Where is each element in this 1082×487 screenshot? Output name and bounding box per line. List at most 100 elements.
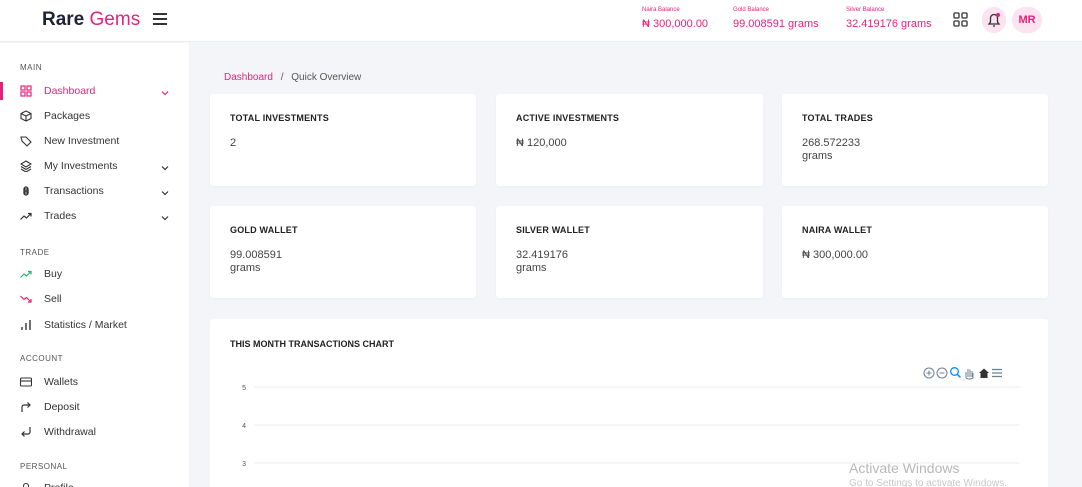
chevron-down-icon: [160, 161, 170, 171]
sidebar-item-label: Trades: [44, 210, 77, 222]
brand-name-bold: Rare: [42, 9, 85, 30]
card-active-investments: ACTIVE INVESTMENTS ₦ 120,000: [496, 94, 763, 186]
breadcrumb-current: Quick Overview: [291, 72, 362, 83]
breadcrumb-separator: /: [280, 72, 284, 83]
sidebar-item-label: Withdrawal: [44, 426, 96, 438]
card-value-unit: grams: [802, 150, 833, 162]
card-value-number: ₦ 300,000.00: [802, 249, 869, 261]
apps-grid-icon[interactable]: [951, 10, 971, 30]
silver-balance: Silver Balance 32.419176 grams: [846, 6, 932, 31]
y-tick-label: 3: [242, 461, 246, 468]
sidebar-item-label: Transactions: [44, 185, 104, 197]
card-value: 268.572233 grams: [802, 137, 860, 163]
card-gold-wallet: GOLD WALLET 99.008591 grams: [210, 206, 476, 298]
sidebar-item-packages[interactable]: Packages: [20, 107, 170, 125]
sidebar-item-dashboard[interactable]: Dashboard: [20, 82, 170, 100]
silver-balance-label: Silver Balance: [846, 7, 885, 13]
menu-toggle-icon[interactable]: [153, 13, 167, 25]
card-title: GOLD WALLET: [230, 225, 298, 235]
card-value: 2: [230, 137, 236, 150]
section-main: MAIN: [20, 63, 42, 72]
watermark-line2: Go to Settings to activate Windows.: [849, 478, 1007, 487]
sidebar-item-label: My Investments: [44, 160, 118, 172]
user-avatar[interactable]: MR: [1012, 7, 1042, 33]
sidebar-item-deposit[interactable]: Deposit: [20, 398, 170, 416]
sidebar-item-trades[interactable]: Trades: [20, 207, 170, 225]
chevron-down-icon: [160, 211, 170, 221]
card-value-number: 2: [230, 137, 237, 149]
card-value-number: 268.572233: [802, 137, 861, 149]
trending-down-icon: [20, 293, 32, 305]
card-total-trades: TOTAL TRADES 268.572233 grams: [782, 94, 1048, 186]
sidebar-item-withdrawal[interactable]: Withdrawal: [20, 423, 170, 441]
layers-icon: [19, 160, 33, 173]
sidebar-item-buy[interactable]: Buy: [20, 265, 170, 283]
brand-name-rest: Gems: [84, 9, 141, 30]
brand-logo[interactable]: Rare Gems: [42, 9, 140, 31]
sidebar: MAIN Dashboard Packages New Investment M…: [0, 43, 189, 487]
sidebar-item-label: Wallets: [44, 376, 79, 388]
chart-title: THIS MONTH TRANSACTIONS CHART: [230, 339, 394, 349]
sidebar-item-label: New Investment: [44, 135, 120, 147]
card-value: 99.008591 grams: [230, 249, 282, 275]
deposit-icon: [20, 401, 32, 413]
gold-balance-label: Gold Balance: [733, 7, 770, 13]
sidebar-item-label: Buy: [44, 268, 63, 280]
card-silver-wallet: SILVER WALLET 32.419176 grams: [496, 206, 763, 298]
section-trade: TRADE: [20, 248, 50, 257]
card-value: 32.419176 grams: [516, 249, 568, 275]
card-naira-wallet: NAIRA WALLET ₦ 300,000.00: [782, 206, 1048, 298]
sidebar-item-label: Dashboard: [44, 85, 96, 97]
chevron-down-icon: [160, 86, 170, 96]
sidebar-item-new-investment[interactable]: New Investment: [20, 132, 170, 150]
breadcrumb: Dashboard / Quick Overview: [224, 72, 361, 83]
trending-up-icon: [20, 268, 32, 280]
sidebar-item-label: Packages: [44, 110, 91, 122]
sidebar-item-statistics[interactable]: Statistics / Market: [20, 316, 170, 334]
section-account: ACCOUNT: [20, 354, 64, 363]
sidebar-item-label: Sell: [44, 293, 62, 305]
naira-balance: Naira Balance ₦ 300,000.00: [642, 6, 708, 31]
card-total-investments: TOTAL INVESTMENTS 2: [210, 94, 476, 186]
sidebar-item-sell[interactable]: Sell: [20, 290, 170, 308]
sidebar-item-label: Profile: [44, 479, 74, 487]
watermark-line1: Activate Windows: [849, 460, 960, 476]
sidebar-item-wallets[interactable]: Wallets: [19, 373, 170, 391]
chevron-down-icon: [160, 186, 170, 196]
card-title: NAIRA WALLET: [802, 225, 873, 235]
command-icon: [20, 185, 32, 197]
card-title: TOTAL INVESTMENTS: [230, 113, 329, 123]
card-title: SILVER WALLET: [516, 225, 590, 235]
bar-chart-icon: [20, 319, 32, 331]
sidebar-item-my-investments[interactable]: My Investments: [19, 157, 170, 175]
naira-balance-label: Naira Balance: [642, 7, 680, 13]
gold-balance-value: 99.008591 grams: [733, 18, 819, 30]
active-indicator: [0, 82, 3, 100]
sidebar-item-label: Statistics / Market: [44, 319, 127, 331]
notification-bell-icon[interactable]: [982, 7, 1006, 33]
card-value-unit: grams: [230, 262, 261, 274]
withdraw-icon: [20, 426, 32, 438]
card-value-unit: grams: [516, 262, 547, 274]
top-bar: Rare Gems Naira Balance ₦ 300,000.00 Gol…: [0, 0, 1082, 42]
card-title: ACTIVE INVESTMENTS: [516, 113, 620, 123]
wallet-icon: [19, 376, 33, 388]
sidebar-item-profile[interactable]: Profile: [20, 479, 170, 487]
card-title: TOTAL TRADES: [802, 113, 873, 123]
user-icon: [20, 482, 32, 487]
grid-icon: [20, 85, 32, 97]
breadcrumb-home-link[interactable]: Dashboard: [224, 72, 273, 83]
card-value-number: ₦ 120,000: [516, 137, 567, 149]
sidebar-item-label: Deposit: [44, 401, 80, 413]
tag-icon: [20, 135, 32, 147]
silver-balance-value: 32.419176 grams: [846, 18, 932, 30]
card-value: ₦ 120,000: [516, 137, 567, 150]
section-personal: PERSONAL: [20, 462, 68, 471]
sidebar-item-transactions[interactable]: Transactions: [20, 182, 170, 200]
card-value-number: 32.419176: [516, 249, 568, 261]
y-tick-label: 4: [242, 423, 246, 430]
package-icon: [20, 110, 32, 122]
naira-balance-value: ₦ 300,000.00: [642, 18, 709, 30]
trend-icon: [20, 210, 32, 222]
gold-balance: Gold Balance 99.008591 grams: [733, 6, 819, 31]
